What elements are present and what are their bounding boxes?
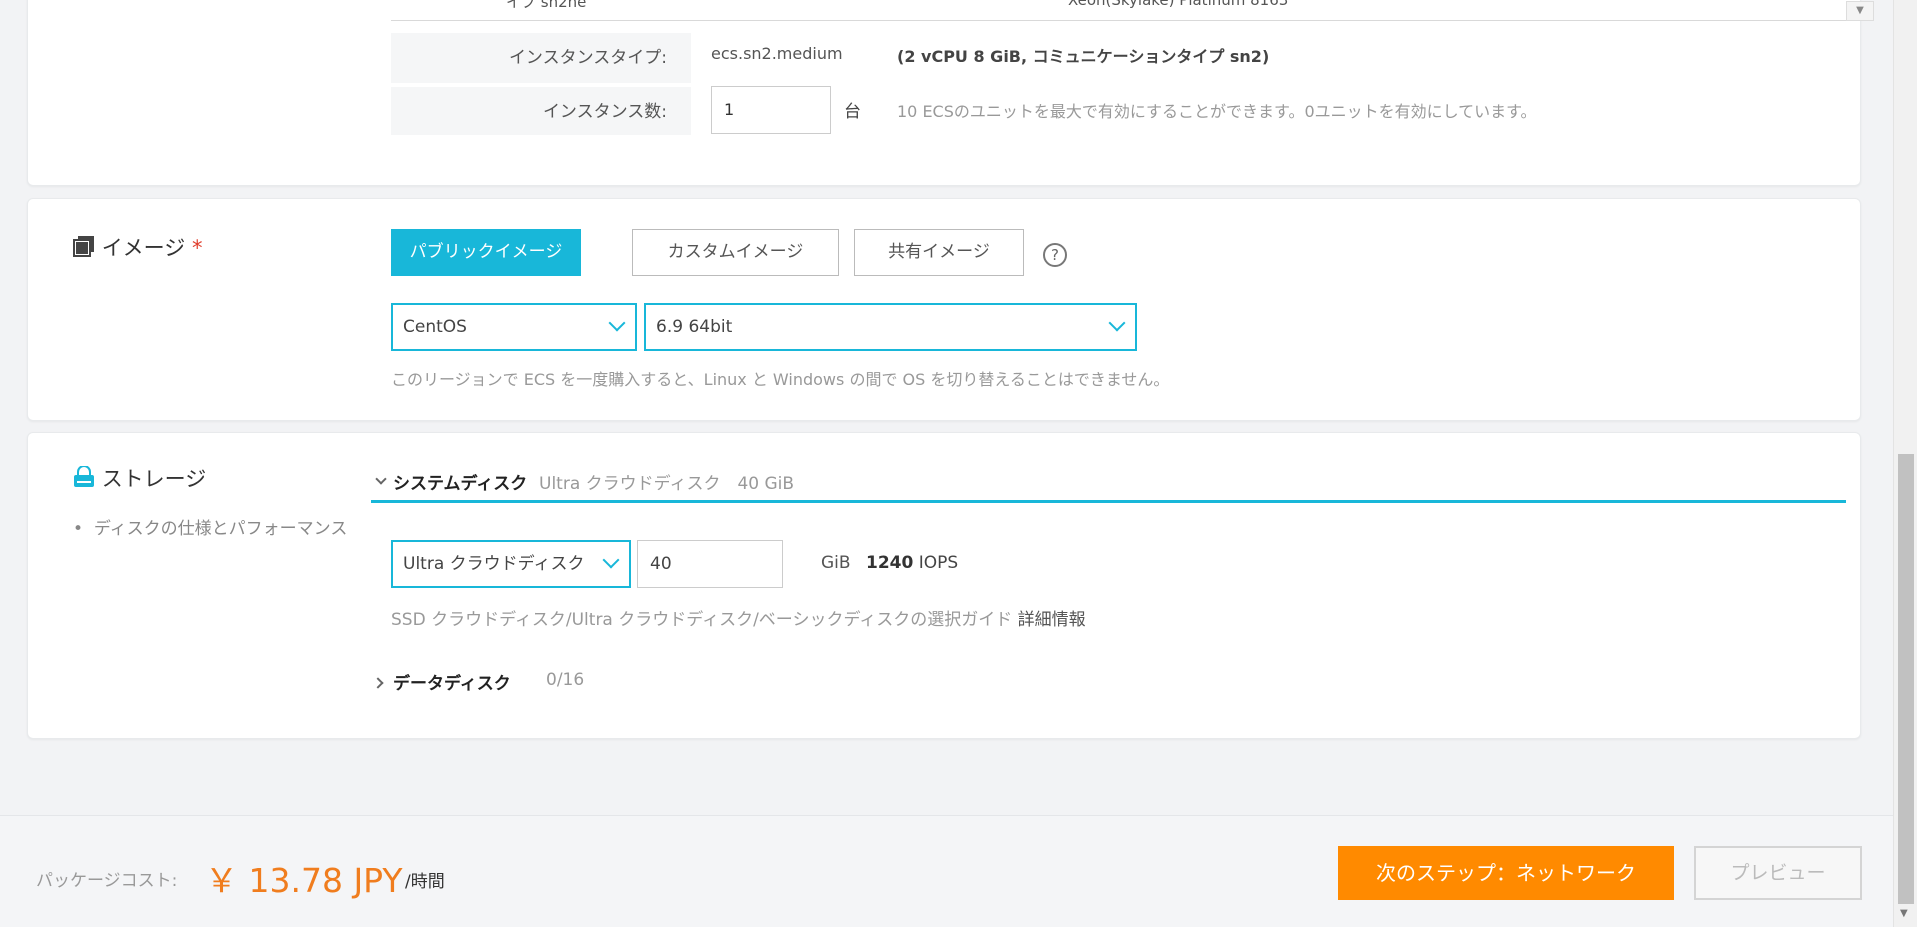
system-disk-summary: Ultra クラウドディスク 40 GiB (539, 474, 795, 494)
disk-spec-link[interactable]: • ディスクの仕様とパフォーマンス (73, 517, 373, 541)
image-card: イメージ * パブリックイメージ カスタムイメージ 共有イメージ ? CentO… (27, 198, 1861, 421)
disk-guide-link[interactable]: 詳細情報 (1018, 610, 1086, 630)
iops-value: 1240 (866, 553, 914, 573)
disk-size-unit: GiB (821, 553, 851, 573)
disk-guide-text: SSD クラウドディスク/Ultra クラウドディスク/ベーシックディスクの選択… (391, 610, 1013, 630)
image-section-title: イメージ * (73, 232, 202, 262)
table-scroll-down-arrow[interactable]: ▼ (1846, 1, 1874, 21)
chevron-down-icon (375, 473, 387, 485)
storage-title-text: ストレージ (101, 467, 207, 491)
version-select[interactable]: 6.9 64bit (644, 303, 1137, 351)
disk-type-value: Ultra クラウドディスク (403, 554, 585, 574)
scroll-down-arrow[interactable]: ▼ (1900, 908, 1908, 919)
system-disk-title: システムディスク (393, 474, 528, 494)
system-disk-header[interactable]: システムディスク Ultra クラウドディスク 40 GiB (371, 469, 1846, 503)
os-select[interactable]: CentOS (391, 303, 637, 351)
storage-section-title: ストレージ (73, 463, 206, 493)
cost-unit: /時間 (405, 872, 445, 892)
instance-type-spec: (2 vCPU 8 GiB, コミュニケーションタイプ sn2) (897, 47, 1270, 66)
iops-label: IOPS (918, 553, 959, 573)
instance-type-value: ecs.sn2.medium (711, 44, 843, 63)
shared-image-tab[interactable]: 共有イメージ (854, 229, 1024, 276)
preview-button[interactable]: プレビュー (1694, 846, 1862, 900)
page-scrollbar[interactable]: ▼ (1893, 0, 1917, 927)
disk-guide: SSD クラウドディスク/Ultra クラウドディスク/ベーシックディスクの選択… (391, 605, 1086, 630)
help-icon[interactable]: ? (1043, 243, 1067, 267)
required-mark: * (191, 236, 203, 260)
public-image-tab[interactable]: パブリックイメージ (391, 229, 581, 276)
instance-count-note: 10 ECSのユニットを最大で有効にすることができます。0ユニットを有効にしてい… (897, 102, 1537, 121)
data-disk-count: 0/16 (546, 670, 585, 690)
spec-table-row[interactable] (391, 19, 1846, 21)
disk-iops: 1240 IOPS (866, 553, 958, 573)
instance-card: イプ sn2ne Xeon(Skylake) Platinum 8163 ▼ イ… (27, 0, 1874, 186)
spec-table-cell-family: イプ sn2ne (506, 0, 587, 11)
chevron-down-icon (608, 314, 626, 332)
chevron-down-icon (602, 551, 620, 569)
chevron-down-icon (1108, 314, 1126, 332)
storage-card: ストレージ • ディスクの仕様とパフォーマンス システムディスク Ultra ク… (27, 432, 1861, 739)
instance-count-input[interactable]: 1 (711, 86, 831, 134)
cost-label: パッケージコスト: (36, 871, 178, 891)
image-stack-icon (73, 235, 95, 262)
instance-type-label: インスタンスタイプ: (391, 33, 691, 83)
order-footer: パッケージコスト: ￥ 13.78 JPY /時間 次のステップ：ネットワーク … (0, 815, 1893, 927)
disk-size-input[interactable]: 40 (637, 540, 783, 588)
data-disk-title[interactable]: データディスク (393, 669, 511, 694)
disk-spec-link-text: ディスクの仕様とパフォーマンス (93, 519, 348, 539)
next-step-button[interactable]: 次のステップ：ネットワーク (1338, 846, 1674, 900)
scrollbar-thumb[interactable] (1898, 454, 1914, 904)
spec-table-cell-cpu: Xeon(Skylake) Platinum 8163 (1068, 0, 1289, 9)
cost-value: ￥ 13.78 JPY (205, 861, 403, 900)
instance-count-label: インスタンス数: (391, 87, 691, 135)
image-title-text: イメージ (101, 236, 186, 260)
os-select-value: CentOS (403, 317, 467, 337)
custom-image-tab[interactable]: カスタムイメージ (632, 229, 839, 276)
version-select-value: 6.9 64bit (656, 317, 733, 337)
disk-icon (73, 465, 95, 493)
disk-type-select[interactable]: Ultra クラウドディスク (391, 540, 631, 588)
chevron-right-icon[interactable] (372, 677, 384, 689)
instance-count-unit: 台 (844, 102, 861, 122)
image-os-note: このリージョンで ECS を一度購入すると、Linux と Windows の間… (391, 370, 1170, 389)
